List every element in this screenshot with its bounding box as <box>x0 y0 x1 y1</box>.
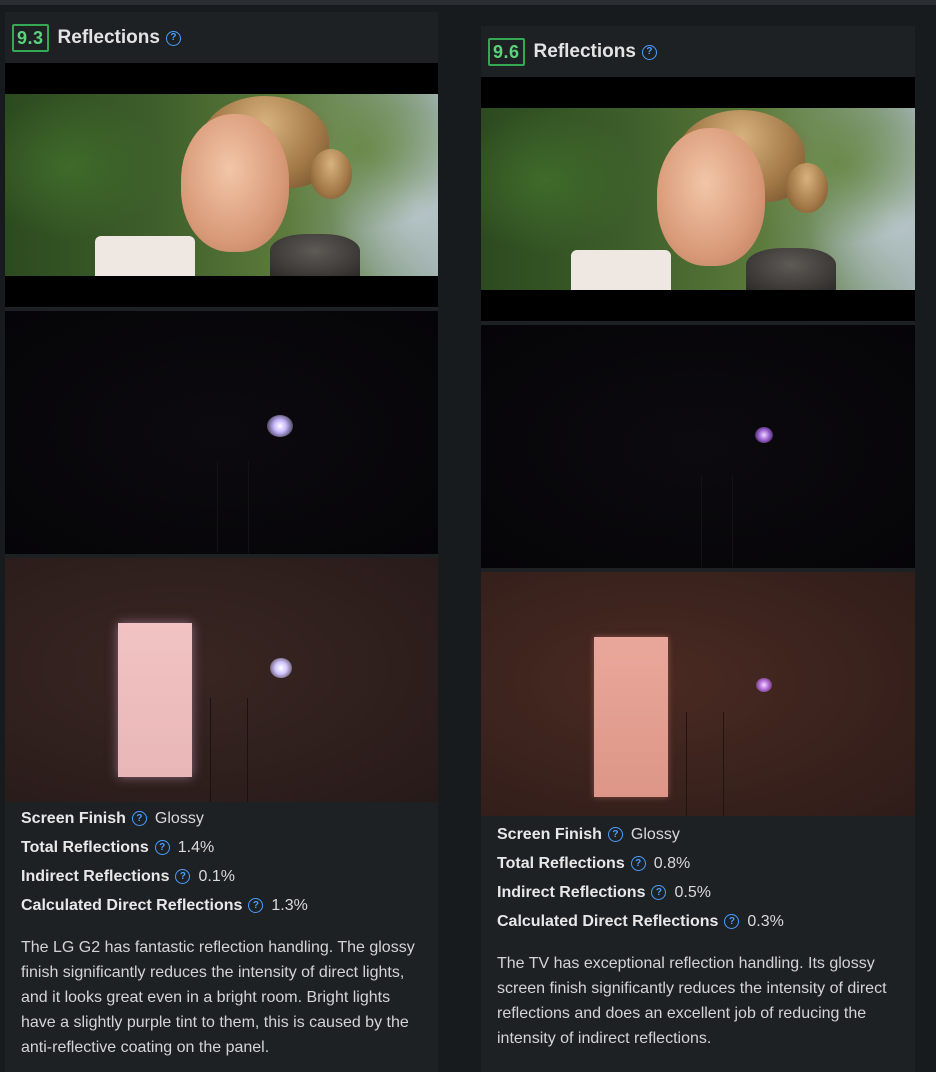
stat-label: Screen Finish <box>497 825 602 843</box>
stat-row-total-reflections: Total Reflections ? 0.8% <box>497 849 784 878</box>
review-description: The LG G2 has fantastic reflection handl… <box>21 939 415 1056</box>
panel-header: 9.3 Reflections ? <box>12 23 181 53</box>
stat-row-screen-finish: Screen Finish ? Glossy <box>497 820 784 849</box>
score-badge: 9.3 <box>12 24 49 52</box>
review-description: The TV has exceptional reflection handli… <box>497 955 887 1047</box>
panel-header: 9.6 Reflections ? <box>488 37 657 67</box>
question-circle-icon[interactable]: ? <box>724 914 740 929</box>
stats-list: Screen Finish ? Glossy Total Reflections… <box>497 820 784 936</box>
stat-row-calculated-direct-reflections: Calculated Direct Reflections ? 1.3% <box>21 891 308 920</box>
reflections-panel-left: 9.3 Reflections ? Screen Finish ? Glossy… <box>5 12 438 1072</box>
stat-row-indirect-reflections: Indirect Reflections ? 0.5% <box>497 878 784 907</box>
question-circle-icon[interactable]: ? <box>165 30 181 46</box>
stat-row-total-reflections: Total Reflections ? 1.4% <box>21 833 308 862</box>
stat-label: Total Reflections <box>21 838 149 856</box>
stat-row-indirect-reflections: Indirect Reflections ? 0.1% <box>21 862 308 891</box>
question-circle-icon[interactable]: ? <box>248 898 264 913</box>
stat-value: Glossy <box>630 825 680 843</box>
question-circle-icon[interactable]: ? <box>607 827 623 842</box>
stat-value: 1.4% <box>177 838 215 856</box>
screen-photo-content <box>5 63 438 307</box>
question-circle-icon[interactable]: ? <box>131 811 147 826</box>
question-circle-icon[interactable]: ? <box>154 840 170 855</box>
stat-value: 0.1% <box>198 867 235 885</box>
stat-row-screen-finish: Screen Finish ? Glossy <box>21 804 308 833</box>
screen-photo-dark-reflection <box>481 325 915 568</box>
stat-label: Calculated Direct Reflections <box>21 896 243 914</box>
stat-value: 0.5% <box>674 883 711 901</box>
reflections-panel-right: 9.6 Reflections ? Screen Finish ? Glossy… <box>481 26 915 1072</box>
stat-value: Glossy <box>154 809 204 827</box>
question-circle-icon[interactable]: ? <box>175 869 191 884</box>
stat-value: 0.8% <box>653 854 691 872</box>
stat-value: 1.3% <box>271 896 308 914</box>
top-bar <box>0 0 936 5</box>
stats-list: Screen Finish ? Glossy Total Reflections… <box>21 804 308 920</box>
stat-label: Screen Finish <box>21 809 126 827</box>
question-circle-icon[interactable]: ? <box>641 44 657 60</box>
stat-value: 0.3% <box>747 912 784 930</box>
screen-photo-dark-reflection <box>5 311 438 554</box>
question-circle-icon[interactable]: ? <box>630 856 646 871</box>
stat-row-calculated-direct-reflections: Calculated Direct Reflections ? 0.3% <box>497 907 784 936</box>
stat-label: Total Reflections <box>497 854 625 872</box>
score-badge: 9.6 <box>488 38 525 66</box>
screen-photo-bright-room <box>5 558 438 802</box>
stat-label: Indirect Reflections <box>21 867 170 885</box>
stat-label: Calculated Direct Reflections <box>497 912 719 930</box>
stat-label: Indirect Reflections <box>497 883 646 901</box>
section-title: Reflections <box>57 27 160 48</box>
question-circle-icon[interactable]: ? <box>651 885 667 900</box>
screen-photo-content <box>481 77 915 321</box>
screen-photo-bright-room <box>481 572 915 816</box>
section-title: Reflections <box>533 41 636 62</box>
